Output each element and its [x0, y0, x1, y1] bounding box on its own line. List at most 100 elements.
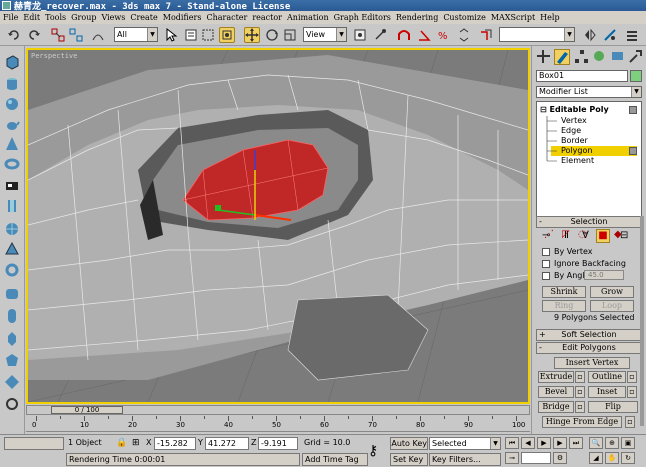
pan-icon[interactable]: ✋	[605, 452, 619, 464]
zoom-all-icon[interactable]: ⊕	[605, 437, 619, 449]
angle-snap-icon[interactable]	[416, 27, 432, 43]
zoom-extents-icon[interactable]: ▣	[621, 437, 635, 449]
create-sphere-icon[interactable]	[4, 96, 20, 112]
create-plane-icon[interactable]	[4, 178, 20, 194]
menu-item-group[interactable]: Group	[71, 13, 96, 22]
border-mode-icon[interactable]: ◌	[578, 229, 587, 240]
reference-coordinate-dropdown[interactable]: View ▼	[303, 27, 347, 42]
select-and-scale-icon[interactable]	[282, 27, 298, 43]
maxscript-listener[interactable]	[4, 437, 64, 450]
key-mode-toggle-icon[interactable]: ⊸	[505, 452, 519, 464]
grow-button[interactable]: Grow	[590, 286, 634, 298]
go-to-end-icon[interactable]: ⏭	[569, 437, 583, 449]
select-by-name-icon[interactable]	[183, 27, 199, 43]
window-crossing-icon[interactable]	[219, 27, 235, 43]
extrude-settings-icon[interactable]: ▫	[575, 371, 585, 383]
create-geosphere-icon[interactable]	[4, 221, 20, 237]
menu-item-animation[interactable]: Animation	[287, 13, 329, 22]
redo-icon[interactable]	[26, 27, 42, 43]
percent-snap-icon[interactable]: %	[436, 27, 452, 43]
element-mode-icon[interactable]: ◆	[614, 229, 622, 240]
previous-frame-icon[interactable]: ◀	[521, 437, 535, 449]
snaps-toggle-icon[interactable]	[396, 27, 412, 43]
selection-filter-dropdown[interactable]: All ▼	[114, 27, 158, 42]
vertex-mode-icon[interactable]: ⋰	[544, 229, 554, 240]
display-tab-icon[interactable]	[610, 49, 626, 65]
z-coordinate-field[interactable]: -9.191	[258, 437, 298, 450]
create-tube-icon[interactable]	[4, 198, 20, 214]
absolute-mode-icon[interactable]: ⊞	[132, 438, 140, 448]
bind-space-warp-icon[interactable]	[90, 27, 106, 43]
key-filters-button[interactable]: Key Filters...	[429, 453, 501, 466]
insert-vertex-button[interactable]: Insert Vertex	[554, 357, 630, 369]
bridge-settings-icon[interactable]: ▫	[575, 401, 585, 413]
soft-selection-rollout[interactable]: + Soft Selection	[536, 329, 642, 341]
menu-item-modifiers[interactable]: Modifiers	[163, 13, 202, 22]
arc-rotate-icon[interactable]: ↻	[621, 452, 635, 464]
next-frame-icon[interactable]: ▶	[553, 437, 567, 449]
menu-item-customize[interactable]: Customize	[443, 13, 486, 22]
hinge-settings-icon[interactable]: ▫	[625, 416, 635, 428]
create-oiltank-icon[interactable]	[4, 308, 20, 324]
polygon-mode-icon[interactable]: ■	[596, 229, 610, 243]
create-spindle-icon[interactable]	[4, 331, 20, 347]
mirror-icon[interactable]	[582, 27, 598, 43]
bevel-button[interactable]: Bevel	[538, 386, 574, 398]
modify-tab-icon[interactable]	[554, 49, 570, 65]
menu-item-rendering[interactable]: Rendering	[396, 13, 438, 22]
menu-item-help[interactable]: Help	[540, 13, 559, 22]
outline-settings-icon[interactable]: ▫	[627, 371, 637, 383]
create-pyramid-icon[interactable]	[4, 241, 20, 257]
undo-icon[interactable]	[6, 27, 22, 43]
bevel-settings-icon[interactable]: ▫	[575, 386, 585, 398]
extrude-button[interactable]: Extrude	[538, 371, 574, 383]
selection-rollout[interactable]: - Selection	[536, 216, 642, 228]
menu-item-maxscript[interactable]: MAXScript	[491, 13, 535, 22]
object-name-field[interactable]: Box01	[536, 70, 628, 82]
create-teapot-icon[interactable]	[4, 116, 20, 132]
spinner-snap-icon[interactable]	[456, 27, 472, 43]
shrink-button[interactable]: Shrink	[542, 286, 586, 298]
menu-item-tools[interactable]: Tools	[45, 13, 66, 22]
menu-item-file[interactable]: File	[3, 13, 18, 22]
rectangular-selection-icon[interactable]	[200, 27, 216, 43]
edit-polygons-rollout[interactable]: - Edit Polygons	[536, 342, 642, 354]
inset-settings-icon[interactable]: ▫	[627, 386, 637, 398]
track-bar[interactable]: 0 10 20 30 40 50 60 70 80 90 100	[26, 416, 530, 432]
add-time-tag-button[interactable]: Add Time Tag	[302, 453, 368, 466]
bridge-button[interactable]: Bridge	[538, 401, 574, 413]
key-mode-icon[interactable]: ⚷	[368, 443, 378, 459]
ring-button[interactable]: Ring	[542, 300, 586, 312]
stack-item-edge[interactable]: Edge	[561, 126, 581, 136]
time-slider[interactable]: 0 / 100	[26, 405, 530, 415]
menu-item-views[interactable]: Views	[101, 13, 125, 22]
select-and-move-icon[interactable]	[244, 27, 260, 43]
select-and-link-icon[interactable]	[50, 27, 66, 43]
menu-item-create[interactable]: Create	[130, 13, 157, 22]
select-object-icon[interactable]	[163, 27, 179, 43]
x-coordinate-field[interactable]: -15.282	[154, 437, 196, 450]
selection-set-dropdown[interactable]: Selected ▼	[429, 437, 501, 450]
create-torus-icon[interactable]	[4, 156, 20, 172]
set-key-button[interactable]: Set Key	[390, 453, 428, 466]
select-and-rotate-icon[interactable]	[264, 27, 280, 43]
create-capsule-icon[interactable]	[4, 262, 20, 278]
manipulate-icon[interactable]	[372, 27, 388, 43]
inset-button[interactable]: Inset	[588, 386, 626, 398]
create-tab-icon[interactable]	[536, 49, 552, 65]
create-cylinder-icon[interactable]	[4, 76, 20, 92]
stack-item-vertex[interactable]: Vertex	[561, 116, 587, 126]
hierarchy-tab-icon[interactable]	[574, 49, 590, 65]
field-of-view-icon[interactable]: ◢	[589, 452, 603, 464]
ignore-backfacing-checkbox[interactable]	[542, 260, 550, 268]
angle-spinner[interactable]: 45.0	[584, 270, 624, 280]
loop-button[interactable]: Loop	[590, 300, 634, 312]
zoom-icon[interactable]: 🔍	[589, 437, 603, 449]
flip-button[interactable]: Flip	[588, 401, 638, 413]
time-slider-thumb[interactable]: 0 / 100	[51, 406, 123, 414]
layer-manager-icon[interactable]	[624, 27, 640, 43]
y-coordinate-field[interactable]: 41.272	[205, 437, 249, 450]
create-cone-icon[interactable]	[4, 136, 20, 152]
auto-key-button[interactable]: Auto Key	[390, 437, 428, 450]
stack-item-element[interactable]: Element	[561, 156, 594, 166]
